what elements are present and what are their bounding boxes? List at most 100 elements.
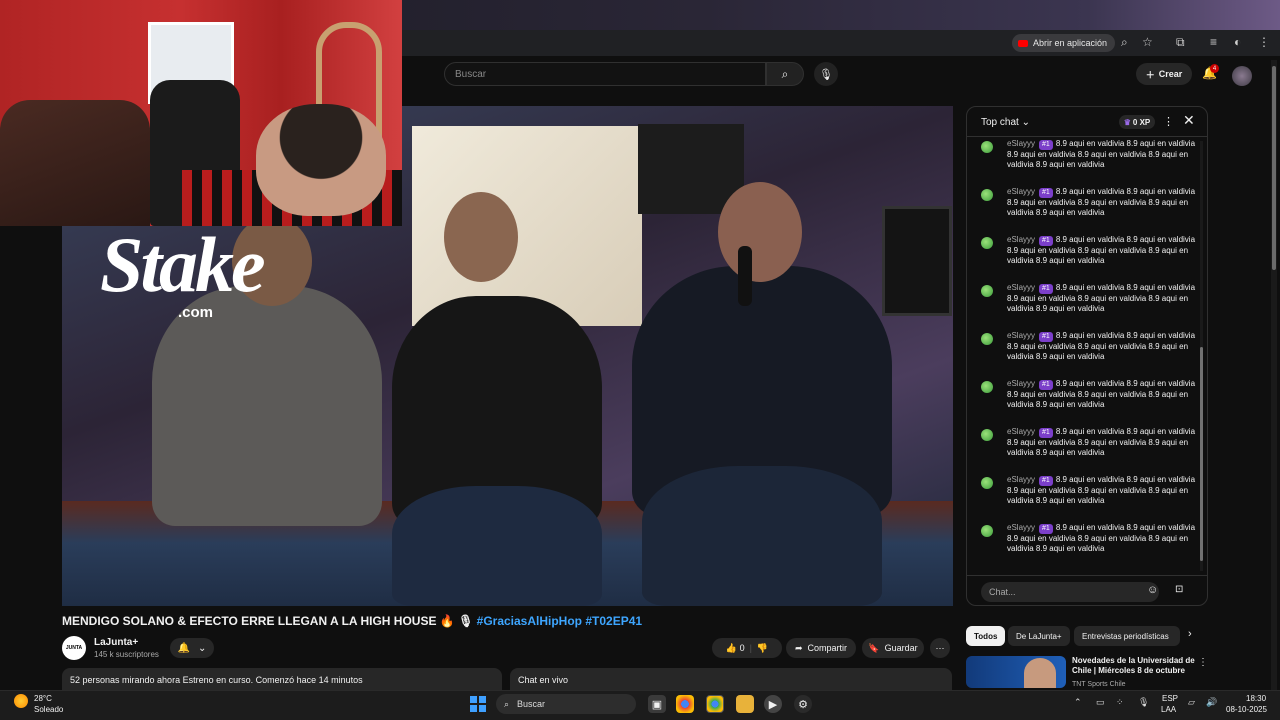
like-divider: | [749, 643, 752, 653]
weather-description[interactable]: Soleado [34, 705, 63, 714]
zoom-icon[interactable]: ⌕ [1121, 35, 1128, 50]
member-badge: #1 [1039, 236, 1053, 246]
chat-scrollbar-thumb[interactable] [1200, 347, 1203, 561]
chat-author-name[interactable]: eSlayyy [1007, 427, 1035, 436]
chat-message-body: eSlayyy #1 8.9 aqui en valdivia 8.9 aqui e… [1007, 523, 1201, 554]
search-button[interactable]: ⌕ [766, 62, 804, 86]
share-button[interactable]: ➦ Compartir [786, 638, 856, 658]
volume-icon[interactable]: 🔊 [1206, 697, 1217, 708]
chat-author-avatar[interactable] [981, 429, 993, 441]
recommended-video-title[interactable]: Novedades de la Universidad de Chile | M… [1072, 656, 1196, 676]
reading-list-icon[interactable]: ≡ [1210, 35, 1217, 49]
chat-message[interactable]: eSlayyy #1 8.9 aqui en valdivia 8.9 aqui e… [981, 187, 1201, 233]
chat-message[interactable]: eSlayyy #1 8.9 aqui en valdivia 8.9 aqui e… [981, 331, 1201, 377]
media-player-icon[interactable]: ▶ [764, 695, 782, 713]
chat-author-name[interactable]: eSlayyy [1007, 379, 1035, 388]
chat-author-avatar[interactable] [981, 237, 993, 249]
battery-icon[interactable]: ▭ [1096, 697, 1105, 708]
tray-overflow-icon[interactable]: ⌃ [1074, 697, 1082, 708]
create-button[interactable]: ＋ Crear [1136, 63, 1192, 85]
search-icon: ⌕ [504, 698, 510, 709]
chat-author-avatar[interactable] [981, 333, 993, 345]
search-input[interactable]: Buscar [444, 62, 766, 86]
chrome-icon[interactable] [676, 695, 694, 713]
chat-author-name[interactable]: eSlayyy [1007, 235, 1035, 244]
voice-search-button[interactable]: 🎙 [814, 62, 838, 86]
chat-author-avatar[interactable] [981, 381, 993, 393]
emoji-icon[interactable]: ☺ [1147, 584, 1158, 596]
recommended-video-thumbnail[interactable] [966, 656, 1066, 688]
chip-channel[interactable]: De LaJunta+ [1008, 626, 1070, 646]
dislike-button[interactable]: 👎 [757, 643, 768, 654]
subscription-bell-button[interactable]: 🔔 ⌄ [170, 638, 214, 658]
more-actions-button[interactable]: ⋯ [930, 638, 950, 658]
clock-date[interactable]: 08-10-2025 [1226, 705, 1267, 714]
windows-taskbar [0, 690, 1280, 720]
live-chat-toggle[interactable]: Chat en vivo [510, 668, 952, 690]
bookmark-star-icon[interactable]: ☆ [1142, 35, 1153, 49]
recommended-more-icon[interactable]: ⋮ [1198, 657, 1208, 668]
chat-message[interactable]: eSlayyy #1 8.9 aqui en valdivia 8.9 aqui e… [981, 139, 1201, 185]
taskbar-search[interactable]: ⌕ Buscar [496, 694, 636, 714]
weather-temperature[interactable]: 28°C [34, 694, 52, 703]
save-button[interactable]: 🔖 Guardar [862, 638, 924, 658]
open-in-app-button[interactable]: Abrir en aplicación [1012, 34, 1116, 52]
chat-author-avatar[interactable] [981, 189, 993, 201]
chat-author-name[interactable]: eSlayyy [1007, 331, 1035, 340]
streamer-head [256, 104, 386, 216]
account-avatar[interactable] [1232, 66, 1252, 86]
chip-all[interactable]: Todos [966, 626, 1006, 646]
input-language[interactable]: ESP [1162, 694, 1178, 703]
chat-author-name[interactable]: eSlayyy [1007, 139, 1035, 148]
sun-icon[interactable] [14, 694, 28, 708]
chat-message[interactable]: eSlayyy #1 8.9 aqui en valdivia 8.9 aqui e… [981, 427, 1201, 473]
youtube-icon [1018, 39, 1028, 47]
chat-author-name[interactable]: eSlayyy [1007, 523, 1035, 532]
chat-message[interactable]: eSlayyy #1 8.9 aqui en valdivia 8.9 aqui e… [981, 283, 1201, 329]
super-chat-icon[interactable]: ⊡ [1175, 584, 1183, 595]
browser-menu-icon[interactable]: ⋮ [1258, 35, 1270, 49]
chevron-right-icon[interactable]: › [1188, 628, 1192, 640]
video-title-text: MENDIGO SOLANO & EFECTO ERRE LLEGAN A LA… [62, 614, 477, 628]
chat-message[interactable]: eSlayyy #1 8.9 aqui en valdivia 8.9 aqui e… [981, 523, 1201, 569]
xp-badge[interactable]: ♛ 0 XP [1119, 115, 1155, 129]
chat-mode-selector[interactable]: Top chat ⌄ [981, 117, 1030, 128]
task-view-icon[interactable]: ▣ [648, 695, 666, 713]
steam-icon[interactable]: ⚙ [794, 695, 812, 713]
chat-message-body: eSlayyy #1 8.9 aqui en valdivia 8.9 aqui e… [1007, 139, 1201, 170]
page-scrollbar-thumb[interactable] [1272, 66, 1276, 270]
chat-message-body: eSlayyy #1 8.9 aqui en valdivia 8.9 aqui e… [1007, 475, 1201, 506]
windows-start-icon[interactable] [470, 696, 486, 712]
chat-message[interactable]: eSlayyy #1 8.9 aqui en valdivia 8.9 aqui e… [981, 379, 1201, 425]
chat-author-avatar[interactable] [981, 525, 993, 537]
chat-author-name[interactable]: eSlayyy [1007, 475, 1035, 484]
profile-icon[interactable]: ◐ [1234, 35, 1241, 49]
channel-avatar[interactable]: JUNTA [62, 636, 86, 660]
chat-message[interactable]: eSlayyy #1 8.9 aqui en valdivia 8.9 aqui e… [981, 235, 1201, 281]
network-tray-icon[interactable]: ⁘ [1116, 697, 1124, 708]
chip-interviews[interactable]: Entrevistas periodísticas [1074, 626, 1180, 646]
input-layout[interactable]: LAA [1161, 705, 1176, 714]
like-button[interactable]: 👍 0 [726, 643, 745, 654]
video-title-hashtags[interactable]: #GraciasAlHipHop #T02EP41 [477, 614, 642, 628]
chat-author-name[interactable]: eSlayyy [1007, 283, 1035, 292]
channel-name[interactable]: LaJunta+ [94, 637, 138, 648]
chat-author-name[interactable]: eSlayyy [1007, 187, 1035, 196]
file-explorer-icon[interactable] [736, 695, 754, 713]
thumbnail-person [1024, 658, 1056, 688]
clock-time[interactable]: 18:30 [1246, 694, 1266, 703]
chat-more-icon[interactable]: ⋮ [1163, 115, 1174, 128]
wifi-icon[interactable]: ▱ [1188, 697, 1195, 708]
chat-input[interactable]: Chat... [981, 582, 1159, 602]
mic-tray-icon[interactable]: 🎙 [1138, 697, 1149, 708]
recommended-video-channel[interactable]: TNT Sports Chile [1072, 681, 1126, 688]
chat-author-avatar[interactable] [981, 477, 993, 489]
chat-author-avatar[interactable] [981, 285, 993, 297]
close-icon[interactable]: ✕ [1183, 112, 1195, 129]
chat-author-avatar[interactable] [981, 141, 993, 153]
chat-message[interactable]: eSlayyy #1 8.9 aqui en valdivia 8.9 aqui e… [981, 475, 1201, 521]
chat-message-text: 8.9 aqui en valdivia 8.9 aqui en valdivi… [1007, 523, 1196, 553]
extensions-icon[interactable]: ⧉ [1176, 35, 1185, 50]
chrome-active-icon[interactable] [706, 695, 724, 713]
description-box[interactable]: 52 personas mirando ahora Estreno en cur… [62, 668, 502, 690]
